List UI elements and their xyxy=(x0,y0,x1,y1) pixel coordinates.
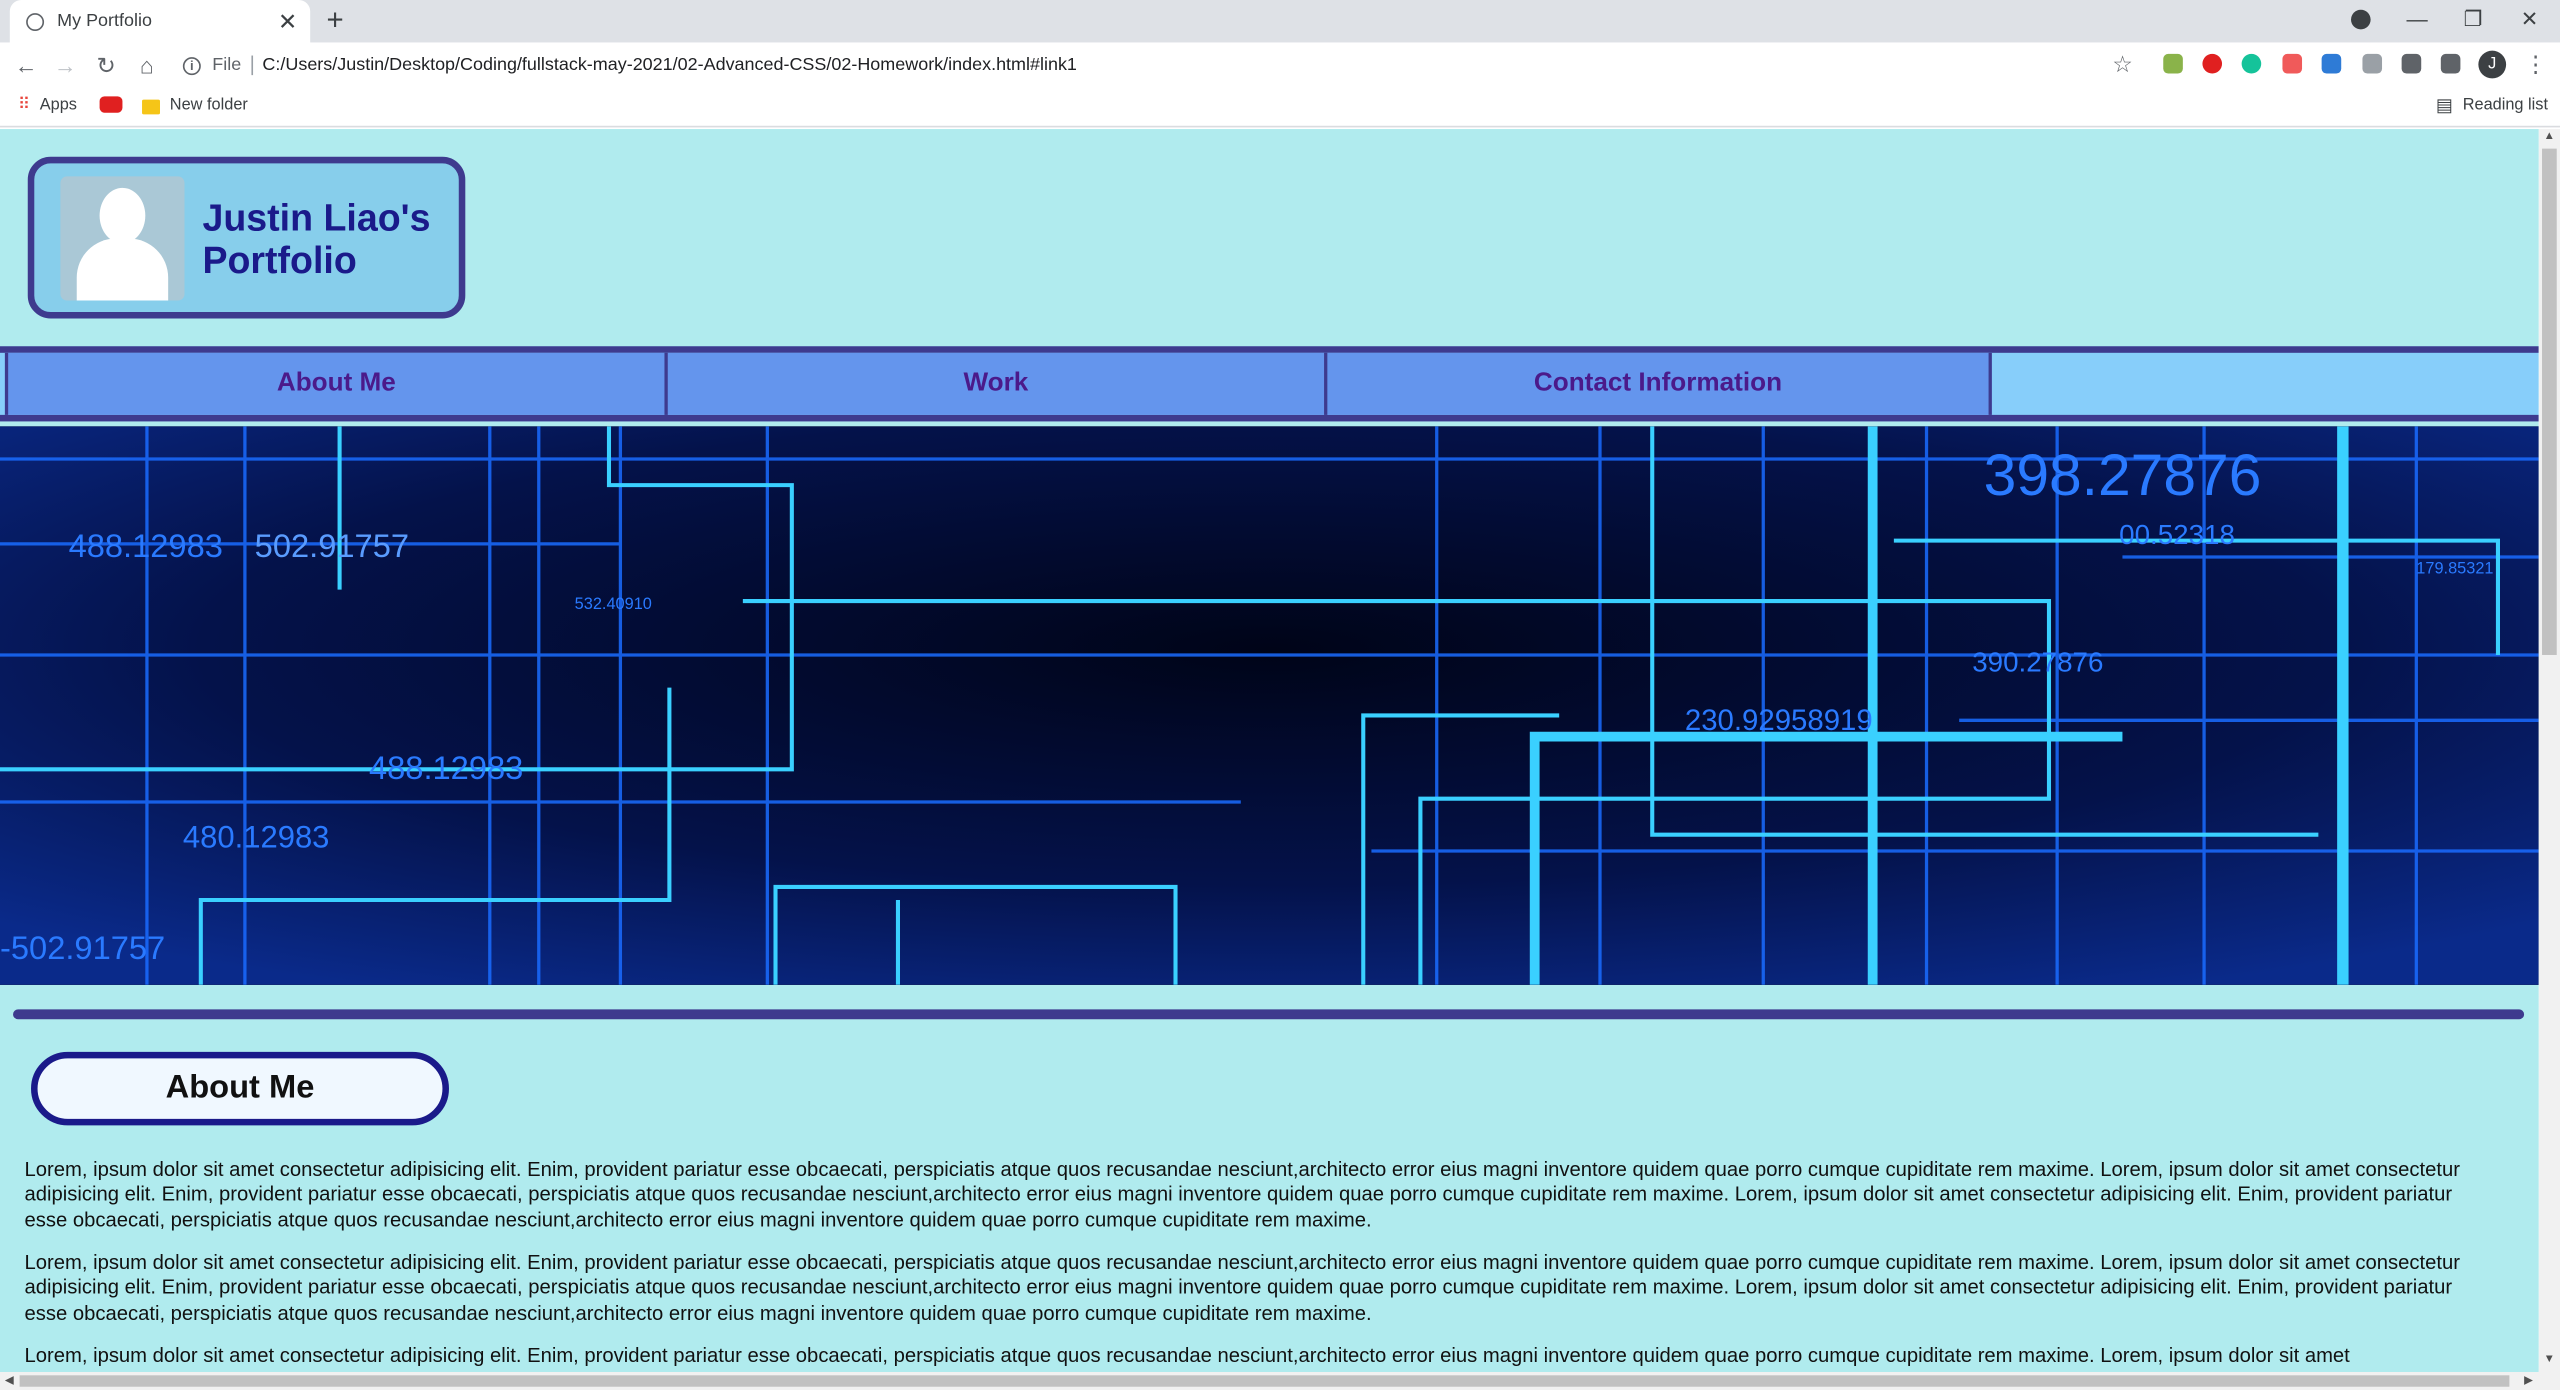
reading-list-icon: ▤ xyxy=(2435,96,2453,116)
circuit-graphic: 488.12983 502.91757 488.12983 480.12983 … xyxy=(0,426,2539,985)
tab-title: My Portfolio xyxy=(57,11,152,32)
new-tab-button[interactable]: + xyxy=(327,5,344,34)
nav-item-contact-information[interactable]: Contact Information xyxy=(1324,352,1992,415)
page-title: Justin Liao's Portfolio xyxy=(202,195,430,280)
minimize-icon[interactable]: — xyxy=(2407,7,2428,33)
scroll-up-icon[interactable]: ▲ xyxy=(2544,131,2555,142)
extension-icon[interactable] xyxy=(2282,53,2303,74)
about-paragraph: Lorem, ipsum dolor sit amet consectetur … xyxy=(24,1251,2460,1325)
globe-icon xyxy=(26,12,45,31)
page-title-line2: Portfolio xyxy=(202,237,357,281)
url-separator xyxy=(250,55,253,76)
home-icon[interactable]: ⌂ xyxy=(132,52,161,78)
horizontal-scrollbar[interactable]: ◀ ▶ xyxy=(0,1372,2560,1390)
horizontal-scrollbar-thumb[interactable] xyxy=(19,1375,2510,1387)
scroll-right-icon[interactable]: ▶ xyxy=(2524,1374,2533,1386)
back-icon[interactable]: ← xyxy=(11,52,40,78)
bookmark-apps[interactable]: ⠿ Apps xyxy=(18,96,77,116)
address-bar[interactable]: i File C:/Users/Justin/Desktop/Coding/fu… xyxy=(182,49,2142,82)
menu-icon[interactable]: ⋮ xyxy=(2521,51,2550,77)
hero-label: 480.12983 xyxy=(183,820,330,855)
tab-search-icon[interactable] xyxy=(2351,9,2371,30)
url-scheme: File xyxy=(212,55,242,76)
nav-item-work[interactable]: Work xyxy=(664,352,1328,415)
folder-icon xyxy=(142,98,160,114)
bookmark-folder-label: New folder xyxy=(169,96,248,115)
hero-label: -502.91757 xyxy=(0,929,165,966)
avatar-body xyxy=(76,237,169,300)
main-nav: About Me Work Contact Information xyxy=(0,346,2539,422)
page-content: Justin Liao's Portfolio About Me Work Co… xyxy=(0,129,2539,1373)
hero-label: 00.52318 xyxy=(2119,519,2235,550)
info-icon[interactable]: i xyxy=(182,56,201,75)
about-paragraph: Lorem, ipsum dolor sit amet consectetur … xyxy=(24,1344,2350,1368)
hero-label: 230.92958919 xyxy=(1685,704,1873,737)
hero-image: 488.12983 502.91757 488.12983 480.12983 … xyxy=(0,426,2539,985)
profile-avatar[interactable]: J xyxy=(2478,50,2507,79)
scroll-down-icon[interactable]: ▼ xyxy=(2544,1354,2555,1365)
page-title-line1: Justin Liao's xyxy=(202,195,431,238)
bookmarks-bar: ⠿ Apps New folder ▤ Reading list xyxy=(0,88,2560,128)
apps-grid-icon: ⠿ xyxy=(17,96,30,115)
extension-icon[interactable] xyxy=(2163,53,2183,74)
logo-card: Justin Liao's Portfolio xyxy=(27,156,466,319)
window-close-icon[interactable]: ✕ xyxy=(2521,7,2539,33)
youtube-icon xyxy=(99,96,123,113)
extension-icon[interactable] xyxy=(2241,53,2262,74)
extensions-puzzle-icon[interactable] xyxy=(2401,53,2422,74)
reading-list-button[interactable]: ▤ Reading list xyxy=(2436,96,2548,116)
scroll-left-icon[interactable]: ◀ xyxy=(5,1374,14,1386)
restore-icon[interactable]: ❐ xyxy=(2464,7,2483,33)
avatar xyxy=(60,175,185,300)
about-heading: About Me xyxy=(31,1051,449,1126)
bookmark-apps-label: Apps xyxy=(39,96,77,115)
nav-item-about-me[interactable]: About Me xyxy=(4,352,668,415)
tab-strip: My Portfolio ✕ + — ❐ ✕ xyxy=(0,0,2560,43)
hero-label: 179.85321 xyxy=(2416,559,2493,577)
about-paragraph: Lorem, ipsum dolor sit amet consectetur … xyxy=(24,1158,2460,1232)
hero-label: 502.91757 xyxy=(255,527,409,564)
bookmark-new-folder[interactable]: New folder xyxy=(142,96,248,116)
hero-label: 398.27876 xyxy=(1984,443,2262,508)
reload-icon[interactable]: ↻ xyxy=(91,52,120,78)
hero-label: 488.12983 xyxy=(369,749,523,786)
extension-icon[interactable] xyxy=(2202,53,2223,74)
url-text[interactable]: C:/Users/Justin/Desktop/Coding/fullstack… xyxy=(262,56,1077,76)
reading-list-label: Reading list xyxy=(2462,96,2549,115)
extension-icon[interactable] xyxy=(2321,53,2342,74)
forward-icon[interactable]: → xyxy=(51,52,80,78)
section-divider xyxy=(13,1009,2525,1020)
close-tab-icon[interactable]: ✕ xyxy=(278,8,297,34)
hero-label: 390.27876 xyxy=(1972,646,2103,677)
hero-label: 488.12983 xyxy=(69,527,223,564)
media-control-icon[interactable] xyxy=(2440,53,2461,74)
hero-label: 532.40910 xyxy=(575,595,652,613)
avatar-head xyxy=(99,187,146,243)
vertical-scrollbar[interactable]: ▲ ▼ xyxy=(2538,129,2560,1373)
vertical-scrollbar-thumb[interactable] xyxy=(2542,148,2557,655)
extension-icon[interactable] xyxy=(2362,53,2383,74)
bookmark-youtube[interactable] xyxy=(99,96,123,113)
browser-tab[interactable]: My Portfolio ✕ xyxy=(9,0,311,43)
bookmark-star-icon[interactable]: ☆ xyxy=(2108,51,2137,77)
